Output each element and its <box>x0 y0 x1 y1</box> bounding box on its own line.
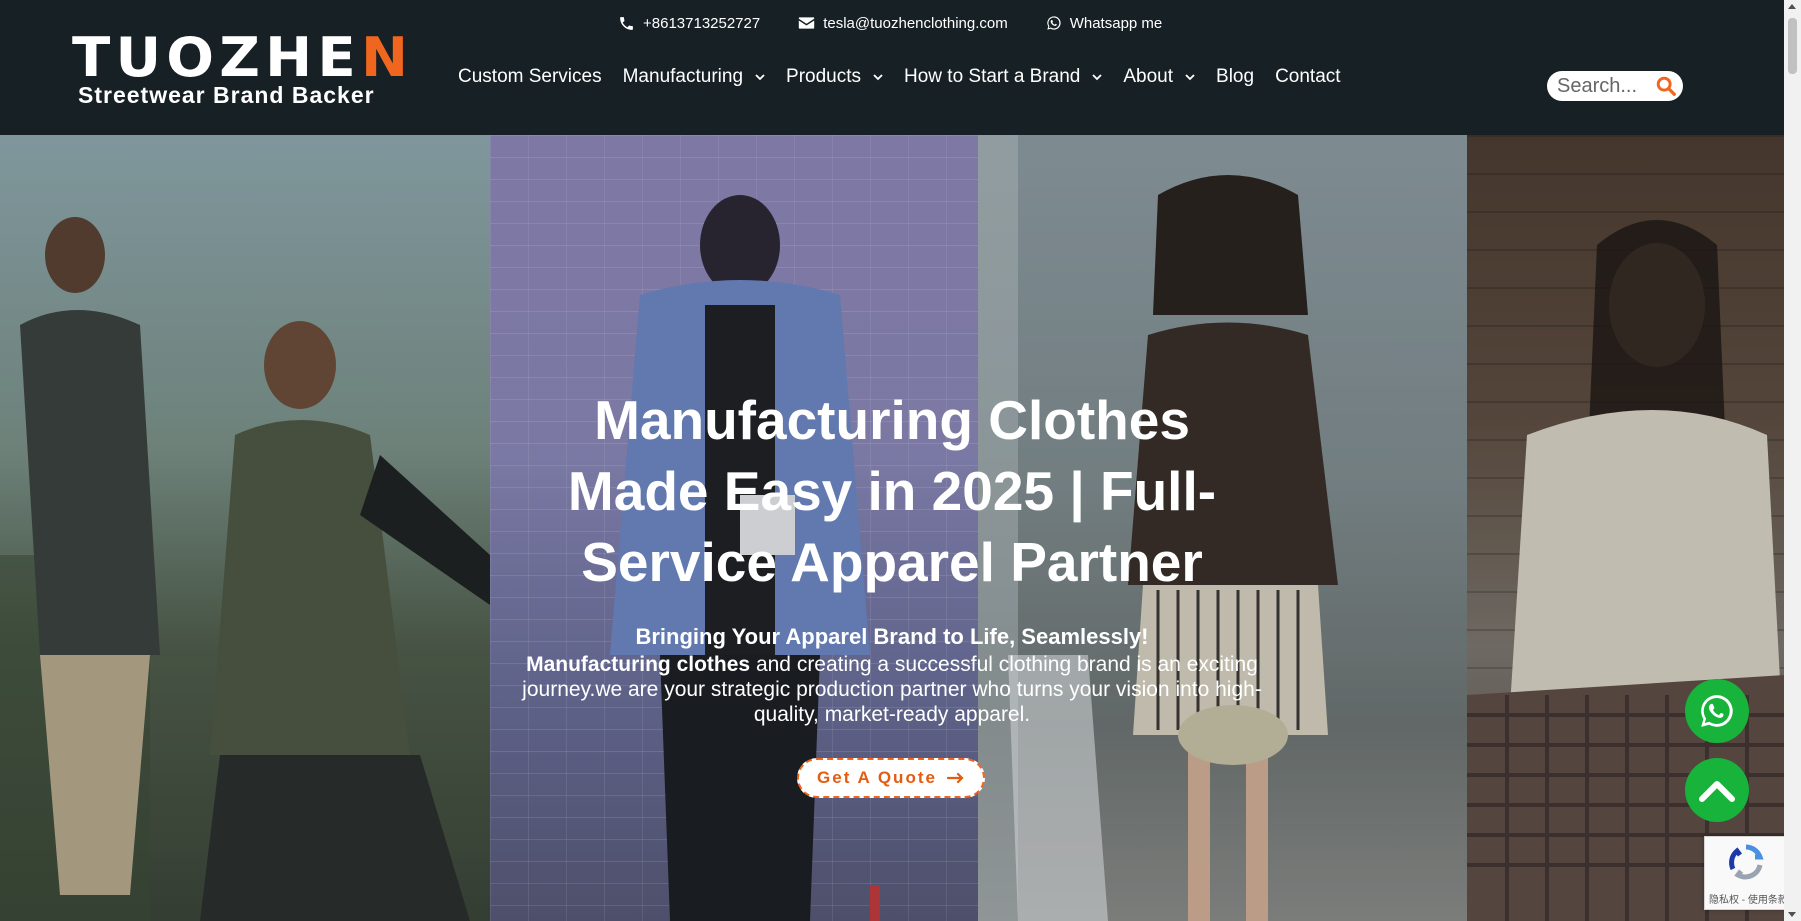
recaptcha-text: 隐私权 - 使用条款 <box>1709 895 1788 906</box>
chevron-down-icon <box>1185 74 1195 81</box>
main-nav: Custom Services Manufacturing Products H… <box>458 66 1341 88</box>
site-header: TUOZHEN Streetwear Brand Backer +8613713… <box>0 0 1784 135</box>
nav-item-about[interactable]: About <box>1123 66 1195 88</box>
whatsapp-float-button[interactable] <box>1685 679 1749 743</box>
hero-description-bold: Manufacturing clothes <box>526 653 751 676</box>
hero-description: Manufacturing clothes and creating a suc… <box>520 652 1264 727</box>
back-to-top-button[interactable] <box>1685 758 1749 822</box>
nav-item-how-to-start-a-brand[interactable]: How to Start a Brand <box>904 66 1103 88</box>
nav-item-blog[interactable]: Blog <box>1216 66 1254 88</box>
recaptcha-badge[interactable]: 隐私权 - 使用条款 <box>1704 836 1788 910</box>
logo-wordmark: TUOZHEN <box>72 26 414 89</box>
mail-icon <box>799 17 815 29</box>
nav-item-custom-services[interactable]: Custom Services <box>458 66 602 88</box>
hero-subtitle: Bringing Your Apparel Brand to Life, Sea… <box>635 624 1149 649</box>
chevron-up-icon <box>1699 781 1735 802</box>
get-a-quote-label: Get A Quote <box>817 768 937 787</box>
logo-tagline: Streetwear Brand Backer <box>78 82 375 108</box>
whatsapp-link[interactable]: Whatsapp me <box>1046 14 1163 32</box>
whatsapp-icon <box>1701 695 1733 727</box>
whatsapp-icon <box>1047 16 1061 30</box>
nav-item-contact[interactable]: Contact <box>1275 66 1340 88</box>
nav-item-products[interactable]: Products <box>786 66 883 88</box>
search-input[interactable] <box>1555 73 1657 99</box>
nav-item-manufacturing[interactable]: Manufacturing <box>623 66 765 88</box>
page-scrollbar[interactable] <box>1784 0 1801 921</box>
scroll-down-arrow[interactable] <box>1788 912 1796 917</box>
get-a-quote-button[interactable]: Get A Quote <box>797 758 985 798</box>
chevron-down-icon <box>1092 74 1103 81</box>
chevron-down-icon <box>873 74 883 81</box>
scrollbar-thumb[interactable] <box>1788 18 1797 74</box>
phone-number: +8613713252727 <box>643 14 761 32</box>
email-address: tesla@tuozhenclothing.com <box>823 14 1008 32</box>
email-link[interactable]: tesla@tuozhenclothing.com <box>798 15 1008 32</box>
contact-topbar: +8613713252727 tesla@tuozhenclothing.com… <box>618 12 1162 34</box>
search-box <box>1547 71 1683 101</box>
phone-link[interactable]: +8613713252727 <box>618 15 760 32</box>
brand-logo[interactable]: TUOZHEN Streetwear Brand Backer <box>70 28 408 110</box>
phone-icon <box>620 16 633 30</box>
arrow-right-icon <box>946 772 964 784</box>
hero-section: Manufacturing Clothes Made Easy in 2025 … <box>0 135 1784 921</box>
hero-title: Manufacturing Clothes Made Easy in 2025 … <box>567 389 1217 593</box>
whatsapp-label: Whatsapp me <box>1069 14 1163 32</box>
scroll-up-arrow[interactable] <box>1788 4 1796 9</box>
recaptcha-icon <box>1729 844 1764 880</box>
search-icon[interactable] <box>1655 75 1677 97</box>
chevron-down-icon <box>755 74 765 81</box>
